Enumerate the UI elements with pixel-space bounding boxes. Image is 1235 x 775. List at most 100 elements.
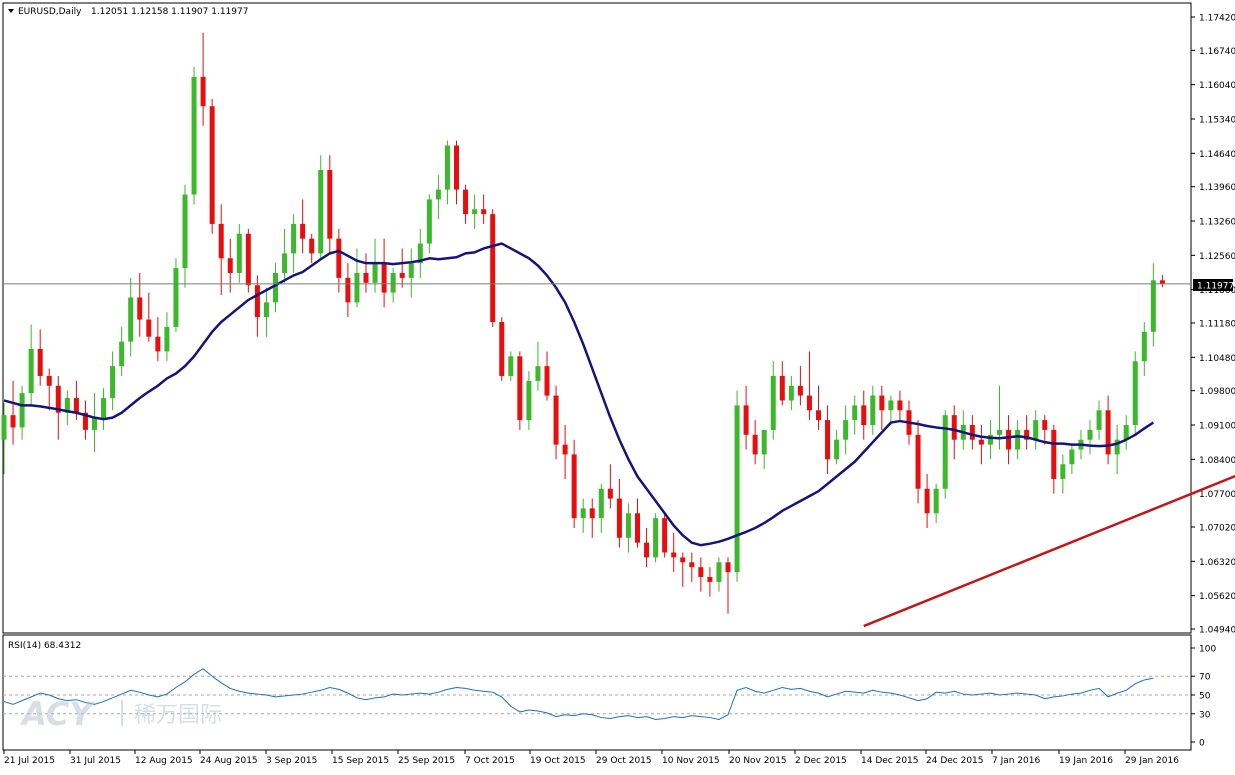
candle-bearish	[726, 562, 731, 572]
candle-bullish	[943, 415, 948, 489]
candle-bullish	[445, 145, 450, 189]
candle-bearish	[744, 405, 749, 434]
candle-bearish	[499, 322, 504, 376]
price-tick-label: 1.14640	[1199, 150, 1235, 160]
candle-bearish	[635, 513, 640, 542]
candle-bearish	[979, 440, 984, 445]
candle-bearish	[481, 209, 486, 214]
candle-bearish	[925, 489, 930, 514]
candle-bullish	[110, 366, 115, 398]
candle-bullish	[318, 170, 323, 253]
price-tick-label: 1.11180	[1199, 320, 1235, 330]
candle-bullish	[264, 302, 269, 317]
price-tick-label: 1.12560	[1199, 252, 1235, 262]
date-tick-label: 24 Dec 2015	[926, 756, 984, 766]
candle-bullish	[1133, 361, 1138, 425]
price-tick-label: 1.13960	[1199, 183, 1235, 193]
candle-bearish	[463, 190, 468, 215]
candle-bullish	[128, 298, 133, 342]
date-tick-label: 21 Jul 2015	[4, 756, 55, 766]
candle-bullish	[173, 268, 178, 327]
candle-bullish	[1069, 450, 1074, 465]
candle-bullish	[716, 562, 721, 582]
ohlc-values: 1.12051 1.12158 1.11907 1.11977	[91, 7, 248, 17]
candle-bearish	[47, 376, 52, 386]
candle-bearish	[201, 77, 206, 106]
chart-window: 1.17420 1.16740 1.16040 1.15340 1.14640 1.139…	[0, 0, 1235, 771]
price-tick-label: 1.08400	[1199, 456, 1235, 466]
rsi-tick-label: 70	[1199, 673, 1211, 683]
candle-bearish	[1051, 430, 1056, 479]
candle-bullish	[273, 273, 278, 302]
chart-canvas[interactable]: 1.17420 1.16740 1.16040 1.15340 1.14640 1.139…	[0, 0, 1235, 771]
candle-bullish	[1088, 430, 1093, 440]
symbol-label: EURUSD,Daily	[18, 7, 82, 17]
candle-bullish	[789, 386, 794, 401]
date-tick-label: 19 Oct 2015	[530, 756, 586, 766]
date-tick-label: 25 Sep 2015	[398, 756, 455, 766]
candle-bullish	[843, 420, 848, 440]
candle-bullish	[92, 418, 97, 430]
candle-bearish	[698, 567, 703, 577]
price-tick-label: 1.15340	[1199, 116, 1235, 126]
candle-bearish	[1160, 280, 1165, 284]
price-pane[interactable]: 1.17420 1.16740 1.16040 1.15340 1.14640 1.139…	[2, 3, 1235, 636]
candle-bearish	[671, 553, 676, 558]
rsi-tick-label: 100	[1199, 645, 1216, 655]
candle-bearish	[454, 145, 459, 189]
candle-bullish	[535, 366, 540, 381]
candle-bearish	[1106, 410, 1111, 454]
rsi-pane-frame	[3, 635, 1191, 750]
candle-bullish	[164, 327, 169, 352]
candle-bearish	[572, 454, 577, 518]
candle-bearish	[137, 298, 142, 320]
rsi-tick-label: 0	[1199, 739, 1205, 749]
candle-bearish	[400, 273, 405, 278]
candle-bullish	[237, 234, 242, 273]
candle-bearish	[336, 239, 341, 278]
date-tick-label: 15 Sep 2015	[332, 756, 389, 766]
price-tick-label: 1.16040	[1199, 81, 1235, 91]
candle-bullish	[771, 376, 776, 430]
price-tick-label: 1.07700	[1199, 490, 1235, 500]
price-tick-label: 1.17420	[1199, 14, 1235, 24]
rsi-pane[interactable]: 1007050300 RSI(14) 68.4312 ACY 稀万国际	[3, 635, 1216, 750]
candle-bearish	[219, 224, 224, 258]
candle-bearish	[146, 320, 151, 337]
candle-bearish	[861, 405, 866, 425]
price-tick-label: 1.13260	[1199, 218, 1235, 228]
candle-bullish	[29, 349, 34, 393]
candle-bearish	[210, 106, 215, 224]
candle-bullish	[472, 209, 477, 214]
candle-bearish	[255, 285, 260, 317]
price-tick-label: 1.16740	[1199, 47, 1235, 57]
candle-bullish	[119, 342, 124, 367]
candle-bullish	[427, 199, 432, 243]
candle-bearish	[490, 214, 495, 322]
candle-bullish	[1151, 280, 1156, 331]
candle-bullish	[934, 489, 939, 514]
candle-bullish	[291, 224, 296, 253]
candle-bearish	[554, 396, 559, 445]
candle-bearish	[680, 557, 685, 562]
candle-bearish	[816, 410, 821, 420]
candle-bearish	[689, 562, 694, 567]
candle-bearish	[38, 349, 43, 376]
candle-bearish	[246, 234, 251, 285]
rsi-label: RSI(14) 68.4312	[8, 641, 81, 651]
candle-bearish	[807, 396, 812, 411]
candle-bearish	[517, 356, 522, 420]
candle-bearish	[11, 415, 16, 427]
candle-bullish	[282, 253, 287, 273]
candle-bullish	[436, 190, 441, 200]
candle-bullish	[192, 77, 197, 195]
candle-bullish	[373, 263, 378, 283]
candle-bullish	[1142, 332, 1147, 361]
rsi-tick-label: 30	[1199, 710, 1211, 720]
candle-bearish	[970, 425, 975, 440]
candle-bullish	[183, 195, 188, 269]
candle-bullish	[626, 513, 631, 538]
date-tick-label: 7 Oct 2015	[465, 756, 515, 766]
candle-bearish	[545, 366, 550, 395]
price-tick-label: 1.04940	[1199, 626, 1235, 636]
